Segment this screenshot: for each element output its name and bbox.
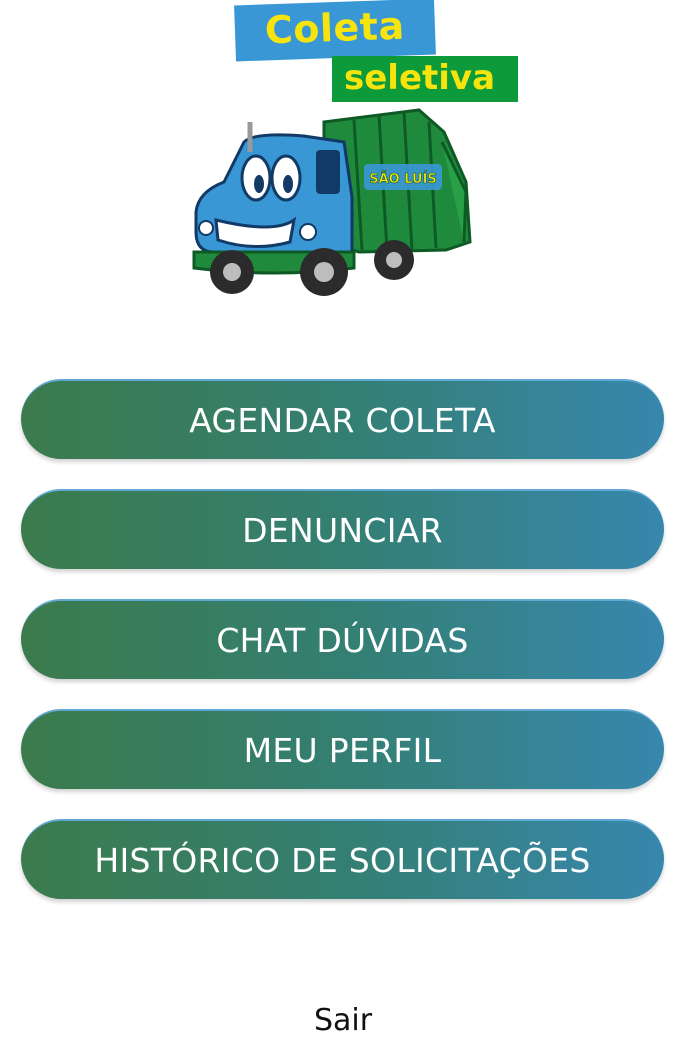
schedule-collection-button[interactable]: AGENDAR COLETA <box>21 379 664 459</box>
main-menu: AGENDAR COLETA DENUNCIAR CHAT DÚVIDAS ME… <box>21 379 666 929</box>
truck-badge-text: SÃO LUÍS <box>369 171 437 187</box>
logo-title-banner: Coleta <box>234 0 436 62</box>
logout-link[interactable]: Sair <box>0 1003 686 1038</box>
app-logo: Coleta seletiva SÃO LUÍS <box>180 0 520 305</box>
logo-title-text: Coleta <box>264 3 406 53</box>
request-history-button[interactable]: HISTÓRICO DE SOLICITAÇÕES <box>21 819 664 899</box>
garbage-truck-icon: SÃO LUÍS <box>192 108 472 296</box>
logo-subtitle-text: seletiva <box>344 58 496 98</box>
my-profile-button[interactable]: MEU PERFIL <box>21 709 664 789</box>
report-button[interactable]: DENUNCIAR <box>21 489 664 569</box>
chat-questions-button[interactable]: CHAT DÚVIDAS <box>21 599 664 679</box>
logo-subtitle-banner: seletiva <box>332 56 518 102</box>
